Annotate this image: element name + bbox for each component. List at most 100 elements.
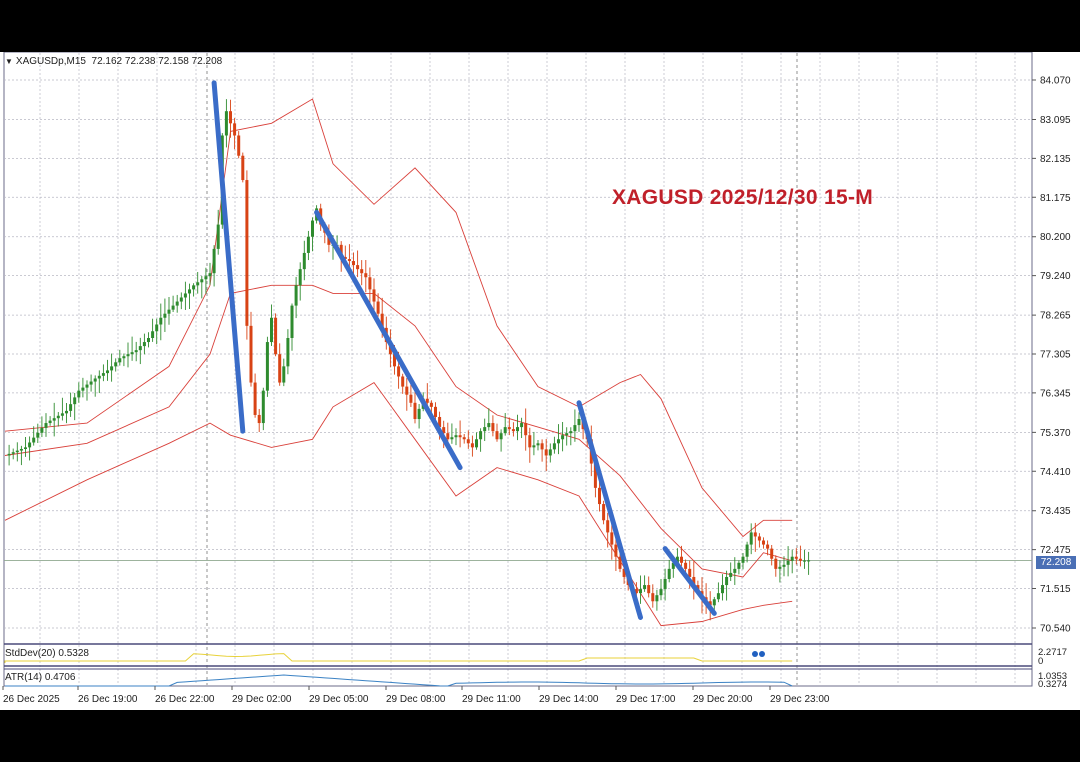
candle bbox=[81, 377, 85, 398]
candle bbox=[692, 561, 696, 600]
candle bbox=[602, 500, 606, 525]
candle bbox=[548, 443, 552, 463]
candle bbox=[163, 298, 167, 332]
candle-body bbox=[48, 420, 52, 424]
candle bbox=[721, 574, 724, 601]
price-tick-label: 71.515 bbox=[1040, 584, 1071, 595]
candle bbox=[356, 250, 360, 278]
candle-body bbox=[446, 433, 450, 440]
candle-body bbox=[425, 398, 429, 403]
atr-tick-label: 0.3274 bbox=[1038, 679, 1067, 690]
candle bbox=[458, 420, 462, 448]
candle bbox=[138, 337, 142, 365]
candle-body bbox=[151, 331, 155, 339]
candle bbox=[188, 283, 191, 310]
candle-body bbox=[561, 435, 565, 440]
candle-body bbox=[69, 404, 73, 411]
candle-body bbox=[77, 390, 81, 398]
candle-body bbox=[401, 376, 405, 387]
candle-body bbox=[270, 317, 273, 343]
candle-body bbox=[511, 429, 515, 432]
candle-body bbox=[118, 358, 122, 363]
time-tick-label: 29 Dec 23:00 bbox=[770, 694, 830, 705]
price-tick-label: 74.410 bbox=[1040, 467, 1071, 478]
candle-body bbox=[680, 556, 683, 563]
candle-body bbox=[778, 566, 782, 569]
candle-body bbox=[774, 558, 778, 569]
candle-body bbox=[470, 443, 474, 448]
candle-body bbox=[712, 599, 716, 606]
candle-body bbox=[667, 568, 671, 579]
candle bbox=[265, 336, 269, 397]
candle-body bbox=[241, 155, 245, 181]
candle bbox=[151, 318, 155, 342]
candle bbox=[196, 271, 200, 294]
bollinger-middle bbox=[4, 284, 793, 578]
candle bbox=[130, 336, 134, 361]
candle-body bbox=[786, 560, 790, 565]
candle-body bbox=[147, 338, 150, 343]
candle bbox=[762, 537, 765, 549]
candle bbox=[454, 428, 458, 446]
candle-body bbox=[655, 595, 659, 602]
candle bbox=[155, 318, 159, 345]
candle bbox=[15, 442, 19, 462]
candle bbox=[766, 540, 770, 556]
candle-body bbox=[749, 532, 753, 545]
candle-body bbox=[602, 504, 606, 521]
candle-body bbox=[462, 437, 466, 440]
candle bbox=[19, 445, 23, 466]
time-tick-label: 26 Dec 22:00 bbox=[155, 694, 215, 705]
candle-body bbox=[249, 325, 253, 383]
candle bbox=[647, 576, 651, 598]
candle bbox=[807, 551, 811, 575]
price-tick-label: 73.435 bbox=[1040, 506, 1071, 517]
collapse-triangle-icon[interactable]: ▼ bbox=[5, 57, 13, 66]
candle-body bbox=[311, 220, 314, 237]
candle bbox=[183, 281, 187, 310]
candle bbox=[774, 555, 778, 577]
candle bbox=[462, 434, 466, 444]
candle bbox=[85, 380, 89, 401]
candle-body bbox=[175, 301, 179, 306]
candle-body bbox=[245, 180, 249, 326]
candle bbox=[93, 375, 97, 397]
candle bbox=[770, 544, 774, 566]
candle-body bbox=[639, 589, 642, 594]
candle bbox=[729, 562, 733, 582]
candle-body bbox=[499, 433, 503, 440]
candle bbox=[667, 559, 671, 583]
candle-body bbox=[483, 427, 487, 432]
candle bbox=[60, 397, 64, 421]
candle-body bbox=[651, 593, 655, 602]
candle bbox=[573, 409, 577, 442]
candle bbox=[134, 341, 138, 362]
chart-canvas[interactable]: 2.271701.03530.3274 84.070 83.095 82.135 81… bbox=[0, 52, 1080, 710]
candle bbox=[680, 545, 683, 567]
candle-body bbox=[417, 408, 421, 420]
symbol-label: XAGUSDp,M15 bbox=[15, 56, 86, 67]
candle bbox=[557, 424, 560, 455]
candle bbox=[126, 342, 130, 368]
candle bbox=[364, 260, 368, 293]
candles bbox=[7, 99, 811, 621]
candle-body bbox=[557, 439, 560, 444]
candle-body bbox=[179, 297, 183, 302]
candle bbox=[302, 240, 306, 281]
candle bbox=[40, 416, 44, 438]
candle bbox=[651, 584, 655, 608]
candle-body bbox=[807, 560, 811, 562]
candle bbox=[536, 440, 540, 451]
candle bbox=[639, 575, 642, 604]
candle bbox=[516, 414, 519, 441]
candle-body bbox=[770, 548, 774, 559]
candle bbox=[757, 533, 761, 548]
candle bbox=[487, 408, 491, 431]
candle bbox=[495, 423, 499, 442]
candle-body bbox=[142, 342, 146, 347]
candle-body bbox=[397, 366, 401, 377]
candle-body bbox=[466, 439, 470, 444]
candle-body bbox=[188, 289, 191, 294]
candle-body bbox=[376, 301, 380, 314]
candle-body bbox=[659, 589, 663, 596]
